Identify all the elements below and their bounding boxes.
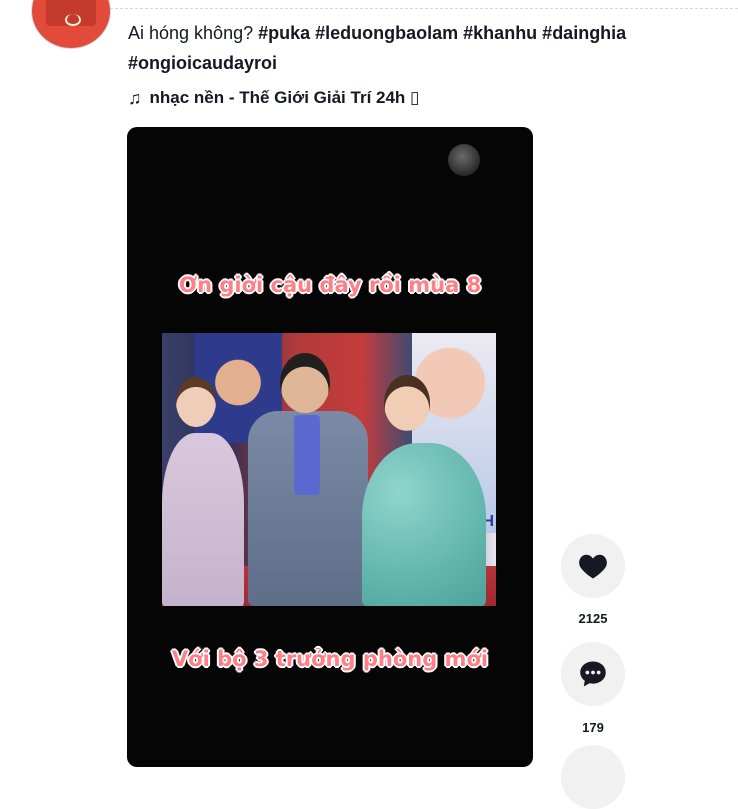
- person-left: [162, 433, 244, 606]
- person-right-head: [384, 375, 430, 431]
- video-player[interactable]: Ơn giời cậu đây rồi mùa 8 NH Với bộ 3 tr…: [127, 127, 533, 767]
- comment-bubble-icon: [580, 661, 606, 687]
- comment-count: 179: [582, 720, 604, 735]
- video-overlay-title: Ơn giời cậu đây rồi mùa 8: [178, 273, 482, 297]
- heart-icon: [579, 554, 607, 579]
- music-link[interactable]: ♫ nhạc nền - Thế Giới Giải Trí 24h ▯: [128, 86, 419, 110]
- person-right: [362, 443, 486, 606]
- person-center-shirt: [294, 415, 320, 495]
- author-avatar[interactable]: [32, 0, 110, 48]
- person-left-head: [176, 377, 216, 427]
- post-caption: Ai hóng không? #puka #leduongbaolam #kha…: [128, 18, 733, 78]
- avatar-emblem-icon: [65, 14, 81, 26]
- hashtag-line-2[interactable]: #ongioicaudayroi: [128, 53, 277, 73]
- music-note-icon: ♫: [128, 88, 142, 108]
- video-overlay-subtitle: Với bộ 3 trưởng phòng mới: [171, 647, 489, 671]
- video-frame: NH: [162, 333, 496, 606]
- top-divider: [110, 0, 738, 9]
- music-label: nhạc nền - Thế Giới Giải Trí 24h ▯: [149, 88, 420, 107]
- like-count: 2125: [578, 611, 608, 626]
- video-corner-dot: [448, 144, 480, 176]
- bookmark-button[interactable]: [561, 745, 625, 809]
- hashtag-line-1[interactable]: #puka #leduongbaolam #khanhu #dainghia: [258, 23, 626, 43]
- like-button[interactable]: [561, 534, 625, 598]
- person-center-head: [280, 353, 330, 413]
- comment-button[interactable]: [561, 642, 625, 706]
- caption-text: Ai hóng không?: [128, 23, 254, 43]
